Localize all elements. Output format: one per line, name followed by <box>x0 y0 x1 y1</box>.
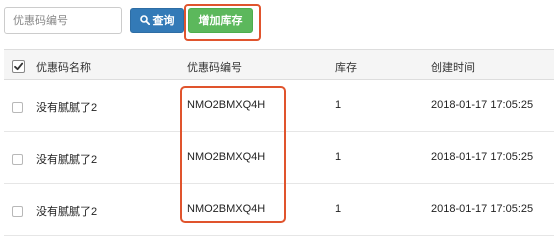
coupon-code-cell: NMO2BMXQ4H <box>187 203 266 215</box>
add-stock-button-label: 增加库存 <box>198 15 243 27</box>
created-time-cell: 2018-01-17 17:05:25 <box>431 99 534 111</box>
column-header-coupon-code[interactable]: 优惠码编号 <box>187 59 242 75</box>
column-header-coupon-name[interactable]: 优惠码名称 <box>36 59 91 75</box>
coupon-name-cell: 没有腻腻了2 <box>36 154 98 166</box>
coupon-name-cell: 没有腻腻了2 <box>36 102 98 114</box>
select-all-checkbox[interactable] <box>12 60 25 73</box>
coupon-code-cell: NMO2BMXQ4H <box>187 151 266 163</box>
created-time-cell: 2018-01-17 17:05:25 <box>431 151 534 163</box>
table-row[interactable]: 没有腻腻了2 NMO2BMXQ4H 1 2018-01-17 17:05:25 <box>4 80 554 132</box>
created-time-cell: 2018-01-17 17:05:25 <box>431 203 534 215</box>
add-stock-button[interactable]: 增加库存 <box>188 8 253 33</box>
search-icon <box>139 15 150 26</box>
stock-cell: 1 <box>335 203 342 215</box>
row-checkbox[interactable] <box>12 154 23 165</box>
stock-cell: 1 <box>335 151 342 163</box>
column-header-created-time[interactable]: 创建时间 <box>431 59 475 75</box>
table-row[interactable]: 没有腻腻了2 NMO2BMXQ4H 1 2018-01-17 17:05:25 <box>4 184 554 236</box>
table-header: 优惠码名称 优惠码编号 库存 创建时间 <box>4 49 554 80</box>
coupon-code-cell: NMO2BMXQ4H <box>187 99 266 111</box>
row-checkbox[interactable] <box>12 206 23 217</box>
row-checkbox[interactable] <box>12 102 23 113</box>
column-header-stock[interactable]: 库存 <box>335 59 357 75</box>
coupon-name-cell: 没有腻腻了2 <box>36 206 98 218</box>
coupon-code-search-input[interactable] <box>4 7 122 34</box>
table-row[interactable]: 没有腻腻了2 NMO2BMXQ4H 1 2018-01-17 17:05:25 <box>4 132 554 184</box>
search-button[interactable]: 查询 <box>130 8 184 33</box>
stock-cell: 1 <box>335 99 342 111</box>
search-button-label: 查询 <box>152 15 175 27</box>
